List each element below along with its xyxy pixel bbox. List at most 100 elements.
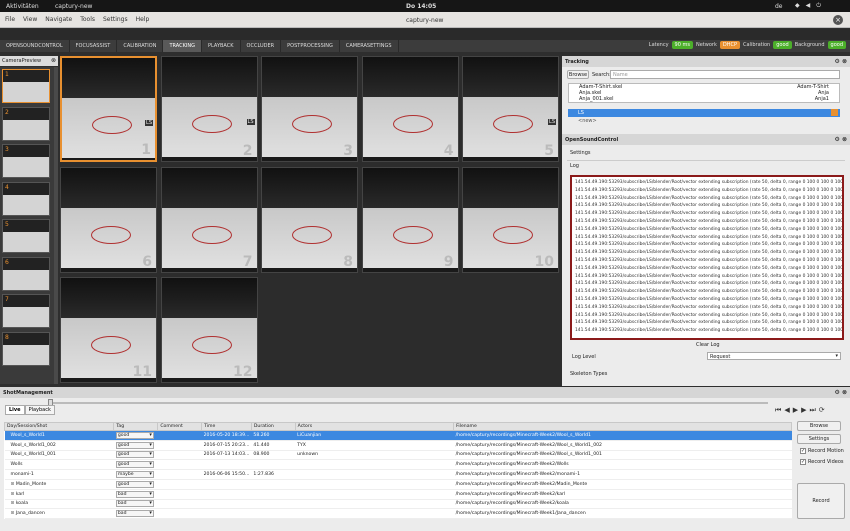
record-motion-checkbox[interactable]: ✓ Record Motion (800, 448, 844, 454)
new-tracking-row[interactable]: <new> (568, 118, 840, 125)
tag-select[interactable]: bad (115, 490, 154, 498)
camera-thumbnail[interactable]: 5 (2, 219, 50, 253)
search-input[interactable]: Name (610, 70, 840, 79)
close-icon[interactable]: ⚙ ⊗ (835, 389, 848, 396)
log-level-select[interactable]: Request ▾ (707, 352, 841, 360)
playback-button[interactable]: Playback (24, 405, 55, 415)
step-back-icon[interactable]: ◀ (784, 406, 789, 415)
table-row[interactable]: Wool_s_World1_002 good 2016-07-15 20:23...… (4, 440, 792, 451)
table-row[interactable]: Wool_s_World1 good 2016-05-20 18:39...58.2… (4, 430, 792, 441)
lock-icon[interactable] (831, 109, 838, 116)
tag-select[interactable]: maybe (115, 471, 154, 479)
camera-thumbnail[interactable]: 7 (2, 294, 50, 328)
camera-view[interactable]: 7 (160, 166, 258, 273)
menu-tools[interactable]: Tools (80, 16, 95, 23)
camera-thumbnail[interactable]: 8 (2, 331, 50, 366)
column-header[interactable]: Comment (157, 422, 203, 431)
table-row[interactable]: Wolls good/home/captury/recordings/Minecr… (4, 459, 792, 471)
browse-button[interactable]: Browse (567, 70, 589, 79)
shot-name: Madin_Monte (15, 481, 47, 487)
clear-log-button[interactable]: Clear Log (696, 342, 720, 348)
tag-select[interactable]: good (115, 451, 154, 459)
camera-view[interactable]: 12 (160, 277, 258, 383)
osc-settings-label[interactable]: Settings (570, 150, 591, 156)
settings-icon[interactable]: ⚙ ⊗ (835, 58, 848, 65)
tab-calibration[interactable]: CALIBRATION (117, 40, 164, 52)
tag-select[interactable]: good (115, 441, 154, 449)
skip-start-icon[interactable]: ⏮ (775, 406, 781, 415)
skeleton-item[interactable]: Anja_001.skel Anja1 (569, 96, 839, 102)
tag-select[interactable]: good (115, 431, 154, 439)
skip-end-icon[interactable]: ⏭ (809, 406, 815, 415)
refresh-icon[interactable]: ⟳ (819, 406, 825, 415)
camera-view[interactable]: 3 (261, 56, 358, 162)
keyboard-layout[interactable]: de (775, 3, 783, 10)
camera-view[interactable]: 8 (261, 166, 358, 273)
record-videos-checkbox[interactable]: ✓ Record Videos (800, 459, 843, 465)
tag-select[interactable]: good (115, 480, 154, 488)
menu-file[interactable]: File (5, 16, 15, 23)
tab-camerasettings[interactable]: CAMERASETTINGS (340, 40, 399, 52)
menu-view[interactable]: View (23, 16, 37, 23)
play-icon[interactable]: ▶ (793, 406, 798, 415)
camera-thumbnail[interactable]: 3 (2, 144, 50, 178)
shot-browse-button[interactable]: Browse (797, 421, 841, 431)
app-menu[interactable]: captury-new (55, 3, 92, 10)
record-button[interactable]: Record (797, 483, 845, 519)
table-row[interactable]: ⊞ koalabad/home/captury/recordings/Minec… (4, 499, 792, 510)
camera-view[interactable]: 6 (60, 166, 157, 273)
network-icon: ◆ (795, 2, 800, 9)
column-header[interactable]: Day/Session/Shot (3, 422, 115, 431)
close-icon[interactable]: ⊗ (51, 57, 56, 64)
clock[interactable]: Do 14:05 (406, 3, 436, 10)
tab-postprocessing[interactable]: POSTPROCESSING (281, 40, 340, 52)
column-header[interactable]: Tag (113, 422, 159, 431)
camera-thumbnail[interactable]: 1 (2, 69, 50, 103)
menu-help[interactable]: Help (136, 16, 150, 23)
table-row[interactable]: Wool_s_World1_001 good 2016-07-13 14:03...… (4, 450, 792, 461)
table-row[interactable]: ⊞ karlbad/home/captury/recordings/Minecr… (4, 489, 792, 500)
menu-settings[interactable]: Settings (103, 16, 128, 23)
camera-view[interactable]: 9 (361, 166, 459, 273)
column-header[interactable]: Actors (294, 422, 455, 431)
table-row[interactable]: monami-1 maybe 2016-06-06 15:50...1:27.836… (4, 469, 792, 480)
column-header[interactable]: Filename (453, 422, 792, 431)
camera-thumbnail[interactable]: 4 (2, 181, 50, 216)
timeline-slider[interactable] (48, 399, 768, 407)
live-button[interactable]: Live (5, 405, 25, 415)
camera-thumbnail[interactable]: 6 (2, 256, 50, 291)
camera-preview-scrollbar[interactable] (54, 67, 58, 384)
camera-view[interactable]: 1 LS (60, 56, 157, 162)
system-tray[interactable]: ◆ ◀ ⏻ (795, 2, 821, 10)
menu-navigate[interactable]: Navigate (45, 16, 72, 23)
tab-focusassist[interactable]: FOCUSASSIST (70, 40, 118, 52)
active-tracking-row[interactable]: LS (568, 109, 840, 117)
shot-settings-button[interactable]: Settings (797, 434, 841, 444)
camera-view[interactable]: 11 (60, 277, 157, 383)
skeleton-list[interactable]: Adam-T-Shirt.skel Adam-T-Shirt Anja.skel An… (568, 83, 840, 103)
camera-view[interactable]: 2 LS (160, 56, 258, 162)
column-header[interactable]: Duration (250, 422, 296, 431)
tab-tracking[interactable]: TRACKING (163, 40, 202, 52)
tag-select[interactable]: bad (115, 500, 154, 508)
step-forward-icon[interactable]: ▶ (801, 406, 806, 415)
log-output[interactable]: 141.54.49.190:53293/subscribe/LS/blender… (570, 175, 844, 340)
skeleton-types-label[interactable]: Skeleton Types (570, 371, 607, 377)
tab-opensoundcontrol[interactable]: OPENSOUNDCONTROL (0, 40, 70, 52)
camera-view[interactable]: 5 LS (462, 56, 559, 162)
tag-select[interactable]: bad (115, 510, 154, 518)
column-header[interactable]: Time (201, 422, 252, 431)
camera-preview-list[interactable]: 1 2 3 4 5 6 7 8 (0, 67, 54, 384)
table-row[interactable]: ⊞ Jana_dancenbad/home/captury/recordings… (4, 508, 792, 520)
camera-view[interactable]: 4 (361, 56, 459, 162)
table-row[interactable]: ⊞ Madin_Montegood/home/captury/recording… (4, 479, 792, 490)
tab-playback[interactable]: PLAYBACK (202, 40, 241, 52)
camera-ceiling (161, 57, 257, 97)
camera-view[interactable]: 10 (462, 166, 559, 273)
camera-thumbnail[interactable]: 2 (2, 106, 50, 141)
activities-button[interactable]: Aktivitäten (6, 3, 39, 10)
tab-occluder[interactable]: OCCLUDER (241, 40, 282, 52)
tag-select[interactable]: good (115, 461, 154, 469)
settings-icon[interactable]: ⚙ ⊗ (835, 136, 848, 143)
close-icon[interactable]: × (833, 15, 843, 25)
